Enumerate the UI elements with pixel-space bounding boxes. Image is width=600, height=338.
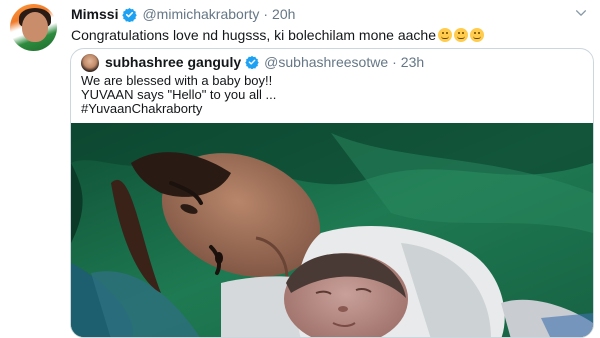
verified-badge-icon [122, 7, 138, 22]
verified-badge-icon [245, 55, 259, 69]
tweet-text: Congratulations love nd hugsss, ki bolec… [71, 26, 484, 44]
tweet-header: Mimssi @mimichakraborty · 20h [71, 6, 295, 22]
display-name[interactable]: Mimssi [71, 6, 118, 22]
tweet[interactable]: Mimssi @mimichakraborty · 20h Congratula… [0, 0, 600, 338]
handle[interactable]: @mimichakraborty [142, 6, 259, 22]
separator-dot: · [392, 54, 397, 70]
avatar[interactable] [10, 4, 57, 51]
hugging-face-icon [438, 28, 452, 42]
avatar-face [22, 12, 48, 42]
photo-illustration [71, 123, 593, 337]
hashtag-link[interactable]: #YuvaanChakraborty [81, 102, 276, 116]
quoted-tweet-header: subhashree ganguly @subhashreesotwe · 23… [105, 54, 424, 70]
hugging-face-icon [454, 28, 468, 42]
quoted-display-name[interactable]: subhashree ganguly [105, 54, 241, 70]
tweet-text-content: Congratulations love nd hugsss, ki bolec… [71, 27, 436, 43]
hugging-face-icon [470, 28, 484, 42]
chevron-down-icon[interactable] [574, 6, 588, 20]
quoted-handle[interactable]: @subhashreesotwe [264, 54, 388, 70]
quoted-avatar[interactable] [81, 54, 99, 72]
quoted-timestamp[interactable]: 23h [401, 54, 424, 70]
quoted-text-line: We are blessed with a baby boy!! [81, 73, 273, 88]
tweet-photo[interactable] [71, 123, 593, 337]
quoted-text-line: YUVAAN says "Hello" to you all ... [81, 87, 277, 102]
timestamp[interactable]: 20h [272, 6, 295, 22]
separator-dot: · [263, 6, 269, 22]
quoted-tweet[interactable]: subhashree ganguly @subhashreesotwe · 23… [70, 48, 594, 338]
quoted-tweet-text: We are blessed with a baby boy!! YUVAAN … [81, 74, 276, 116]
